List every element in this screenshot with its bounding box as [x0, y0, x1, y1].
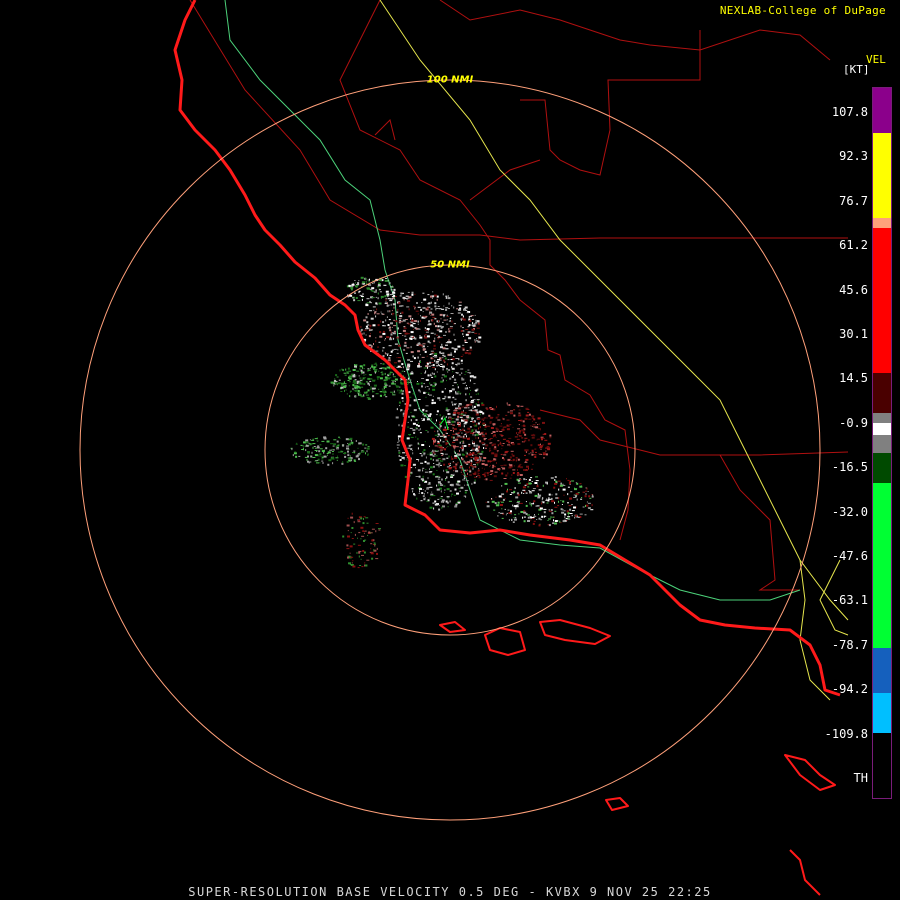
color-scale-tick: -47.6 [831, 549, 868, 563]
radar-display: 50 NMI 100 NMI NEXLAB-College of DuPage … [0, 0, 900, 900]
color-scale-tick: -63.1 [831, 593, 868, 608]
color-scale-segment [873, 88, 891, 133]
color-scale-tick: -109.8 [824, 726, 868, 741]
product-caption: SUPER-RESOLUTION BASE VELOCITY 0.5 DEG -… [188, 885, 712, 899]
coastline [173, 0, 841, 896]
velocity-color-scale [872, 87, 892, 799]
color-scale-segment [873, 373, 891, 413]
color-scale-tick: 92.3 [839, 149, 868, 164]
credit-text: NEXLAB-College of DuPage [719, 4, 886, 17]
color-scale-segment [873, 483, 891, 648]
color-scale-tick: 45.6 [839, 282, 868, 297]
color-scale-tick: 14.5 [839, 371, 868, 386]
color-scale-segment [873, 453, 891, 483]
color-scale-tick: -78.7 [831, 637, 868, 652]
color-scale-segment [873, 218, 891, 228]
legend-unit: [KT] [843, 63, 870, 76]
color-scale-tick: -16.5 [831, 460, 868, 475]
color-scale-segment [873, 423, 891, 435]
range-ring-label-50: 50 NMI [430, 259, 470, 271]
color-scale-segment [873, 733, 891, 798]
color-scale-segment [873, 435, 891, 453]
color-scale-segment [873, 693, 891, 733]
radar-map [79, 0, 849, 896]
color-scale-tick: 61.2 [839, 238, 868, 253]
color-scale-tick: -0.9 [839, 415, 868, 430]
highways [224, 0, 849, 701]
color-scale-tick: -94.2 [831, 682, 868, 697]
range-ring-label-100: 100 NMI [426, 74, 474, 86]
color-scale-segment [873, 133, 891, 218]
color-scale-segment [873, 413, 891, 423]
color-scale-tick: 107.8 [831, 105, 868, 119]
color-scale-tick: -32.0 [831, 504, 868, 519]
color-scale-segment [873, 228, 891, 373]
color-scale-tick: TH [853, 771, 868, 785]
color-scale-segment [873, 648, 891, 693]
color-scale-tick: 30.1 [839, 327, 868, 341]
color-scale-tick: 76.7 [839, 193, 868, 208]
